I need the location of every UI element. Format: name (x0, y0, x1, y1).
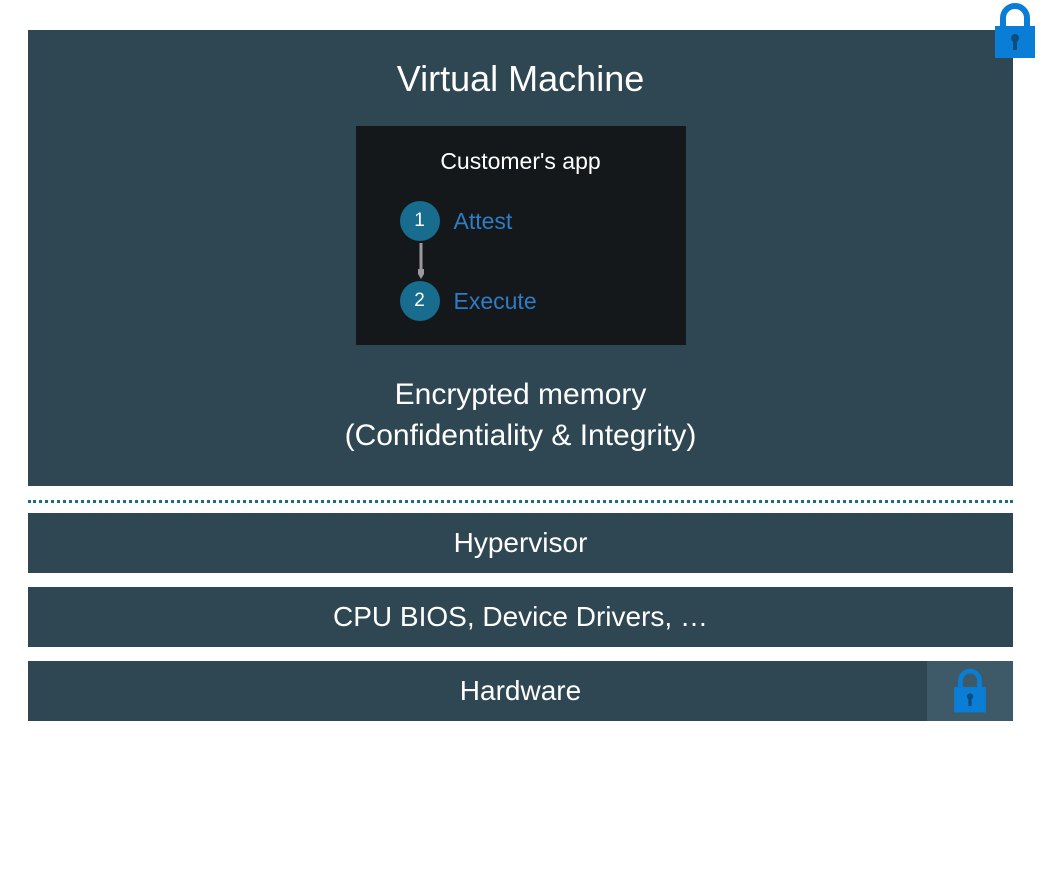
customer-app-box: Customer's app 1 Attest 2 Execute (356, 126, 686, 345)
encrypted-line2: (Confidentiality & Integrity) (345, 419, 697, 452)
vm-title: Virtual Machine (48, 58, 993, 100)
step-number-1: 1 (400, 201, 440, 241)
layer-hypervisor: Hypervisor (28, 513, 1013, 573)
step-execute: 2 Execute (400, 281, 662, 321)
step-label-attest: Attest (454, 208, 513, 235)
lock-icon (985, 2, 1041, 65)
encrypted-line1: Encrypted memory (395, 378, 647, 411)
bios-label: CPU BIOS, Device Drivers, … (333, 601, 708, 632)
hardware-label: Hardware (460, 675, 581, 706)
arrow-down-icon (418, 243, 662, 279)
customer-app-title: Customer's app (380, 148, 662, 175)
hardware-lock-badge (927, 661, 1013, 721)
lock-icon (946, 668, 994, 714)
step-attest: 1 Attest (400, 201, 662, 241)
dotted-divider (28, 500, 1013, 503)
layer-hardware: Hardware (28, 661, 1013, 721)
hypervisor-label: Hypervisor (454, 527, 588, 558)
step-number-2: 2 (400, 281, 440, 321)
vm-container: Virtual Machine Customer's app 1 Attest … (28, 30, 1013, 486)
layer-bios: CPU BIOS, Device Drivers, … (28, 587, 1013, 647)
encrypted-memory-label: Encrypted memory (Confidentiality & Inte… (48, 375, 993, 456)
step-label-execute: Execute (454, 288, 537, 315)
